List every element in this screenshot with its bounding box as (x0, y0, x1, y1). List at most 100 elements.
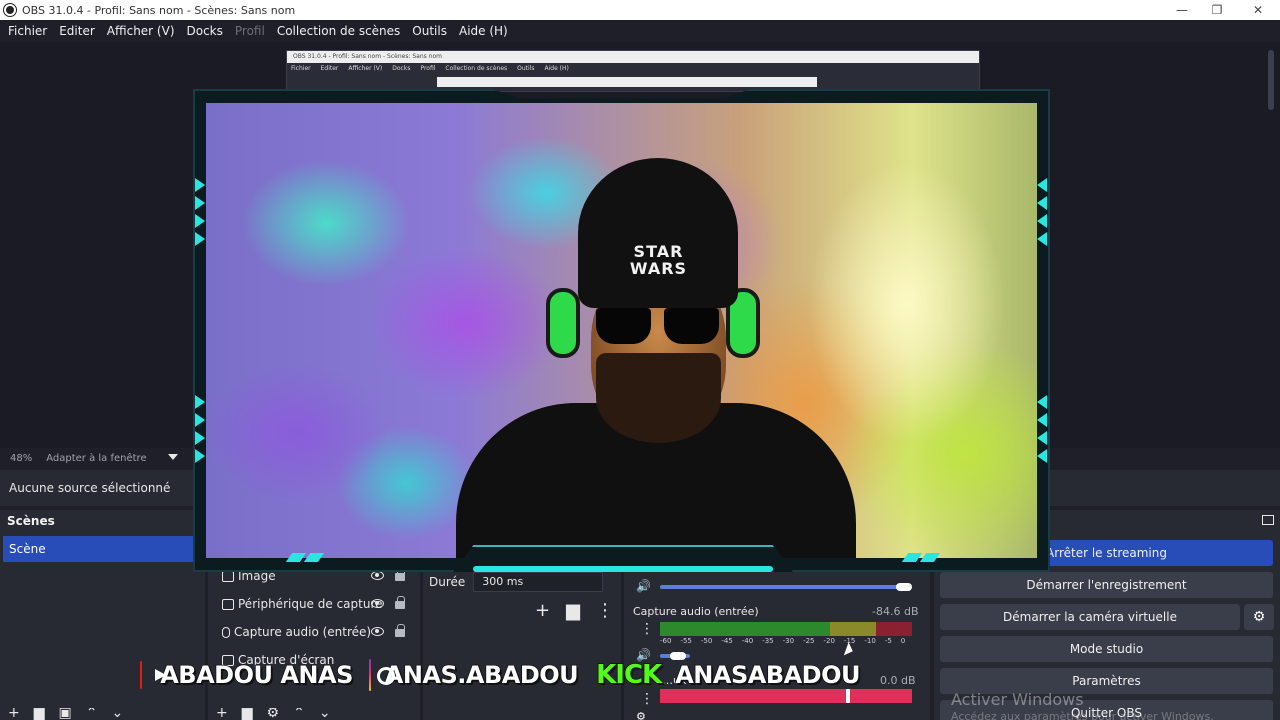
instagram-handle: ANAS.ABADOU (384, 660, 579, 690)
scene-list-item[interactable]: Scène (3, 536, 202, 562)
nested-menu-item: Aide (H) (544, 65, 569, 72)
lock-icon[interactable] (395, 624, 405, 637)
chevron-down-icon[interactable] (168, 454, 178, 460)
gear-icon: ⚙ (1252, 609, 1266, 625)
menu-help[interactable]: Aide (H) (453, 20, 514, 42)
menu-docks[interactable]: Docks (181, 20, 229, 42)
camera-icon (222, 598, 234, 610)
preview-scrollbar[interactable] (1268, 50, 1274, 110)
start-virtual-camera-button[interactable]: Démarrer la caméra virtuelle (940, 604, 1240, 630)
youtube-handle: ABADOU ANAS (159, 660, 354, 690)
nested-menu-item: Outils (517, 65, 535, 72)
nested-menu-item: Editer (320, 65, 339, 72)
lock-icon[interactable] (395, 596, 405, 609)
menu-file[interactable]: Fichier (2, 20, 53, 42)
menu-bar: Fichier Editer Afficher (V) Docks Profil… (0, 20, 1280, 42)
add-icon[interactable]: + (535, 600, 550, 621)
start-recording-button[interactable]: Démarrer l'enregistrement (940, 572, 1273, 598)
zoom-fit-select[interactable]: Adapter à la fenêtre (46, 453, 146, 464)
mixer-channel-db: 0.0 dB (880, 674, 916, 687)
person-beanie (578, 158, 738, 308)
volume-slider-handle[interactable] (896, 583, 912, 591)
virtual-camera-settings-button[interactable]: ⚙ (1244, 604, 1274, 630)
meter-tick: -45 (721, 637, 733, 645)
beanie-logo-line: STAR (633, 242, 684, 261)
meter-tick: -20 (823, 637, 835, 645)
sunglasses (596, 308, 721, 348)
speaker-icon[interactable]: 🔊 (636, 579, 651, 593)
meter-tick: -10 (864, 637, 876, 645)
more-icon[interactable]: ⋮ (640, 692, 654, 706)
transition-tools: + ▆ ⋮ (535, 600, 614, 621)
gear-icon[interactable]: ⚙ (267, 708, 280, 720)
nested-menu-item: Fichier (291, 65, 311, 72)
chevron-down-icon[interactable]: ⌄ (111, 708, 123, 720)
sources-dock: Image Périphérique de capture Capture au… (208, 562, 420, 720)
undock-icon[interactable] (1262, 515, 1274, 525)
nested-obs-preview: OBS 31.0.4 - Profil: Sans nom - Scènes: … (286, 50, 980, 92)
add-icon[interactable]: + (216, 708, 228, 720)
person-beard (596, 353, 721, 443)
overlay-chevrons-right (1037, 178, 1051, 250)
restore-button[interactable]: ❐ (1197, 0, 1237, 20)
activate-windows-watermark: Activer Windows (951, 690, 1084, 709)
chevron-down-icon[interactable]: ⌄ (319, 708, 331, 720)
trash-icon[interactable]: ▆ (34, 708, 45, 720)
eye-icon[interactable] (371, 627, 384, 636)
nested-inner-window (437, 77, 817, 87)
webcam-feed: STAR WARS (206, 103, 1037, 558)
menu-tools[interactable]: Outils (406, 20, 453, 42)
more-icon[interactable]: ⋮ (596, 600, 614, 621)
beanie-logo: STAR WARS (616, 243, 701, 283)
nested-menu-item: Docks (392, 65, 411, 72)
chevron-up-icon[interactable]: ⌃ (86, 708, 98, 720)
menu-profile[interactable]: Profil (229, 20, 271, 42)
social-handles-banner: ABADOU ANAS ANAS.ABADOU KICK ANASABADOU (140, 655, 861, 695)
trash-icon[interactable]: ▆ (242, 708, 253, 720)
overlay-bottom-bar (193, 545, 1050, 575)
source-item-audio-input[interactable]: Capture audio (entrée) (208, 618, 420, 646)
obs-logo-icon (4, 4, 16, 16)
menu-edit[interactable]: Editer (53, 20, 101, 42)
duration-label: Durée (429, 575, 466, 589)
source-item-capture-device[interactable]: Périphérique de capture (208, 590, 420, 618)
link-icon[interactable]: ⚙ (636, 710, 646, 720)
studio-mode-button[interactable]: Mode studio (940, 636, 1273, 662)
scenes-dock-footer: + ▆ ▣ ⌃ ⌄ (0, 708, 205, 720)
more-icon[interactable]: ⋮ (640, 622, 654, 636)
nested-window-title: OBS 31.0.4 - Profil: Sans nom - Scènes: … (287, 51, 979, 63)
no-source-selected-label: Aucune source sélectionné (9, 481, 171, 495)
kick-logo: KICK (595, 659, 663, 691)
source-item-label: Capture audio (entrée) (234, 625, 372, 639)
audio-meter (660, 622, 912, 636)
minimize-button[interactable]: — (1162, 0, 1202, 20)
window-title: OBS 31.0.4 - Profil: Sans nom - Scènes: … (22, 3, 296, 17)
nested-menu-item: Profil (420, 65, 436, 72)
audio-mixer-dock: 🔊 Capture audio (entrée) -84.6 dB ⋮ -60 … (624, 562, 930, 720)
eye-icon[interactable] (371, 599, 384, 608)
filter-icon[interactable]: ▣ (59, 708, 72, 720)
menu-view[interactable]: Afficher (V) (101, 20, 181, 42)
meter-tick: -50 (700, 637, 713, 645)
instagram-icon (368, 659, 394, 691)
volume-slider[interactable] (660, 585, 912, 589)
add-icon[interactable]: + (8, 708, 20, 720)
transition-duration-row: Durée 300 ms (429, 572, 604, 592)
microphone-icon (222, 626, 230, 638)
trash-icon[interactable]: ▆ (566, 600, 580, 621)
chevron-up-icon[interactable]: ⌃ (293, 708, 305, 720)
nested-menu-item: Collection de scènes (445, 65, 508, 72)
sources-dock-footer: + ▆ ⚙ ⌃ ⌄ (208, 708, 420, 720)
close-button[interactable]: ✕ (1238, 0, 1278, 20)
mixer-channel-name: Capture audio (entrée) (633, 605, 759, 618)
scenes-dock-title: Scènes (7, 514, 55, 528)
transitions-dock: Durée 300 ms + ▆ ⋮ (423, 562, 621, 720)
duration-spinbox[interactable]: 300 ms (473, 572, 604, 592)
meter-tick: -40 (741, 637, 754, 645)
youtube-icon (140, 661, 170, 689)
overlay-glow-line (473, 566, 773, 572)
nested-menu-bar: Fichier Editer Afficher (V) Docks Profil… (287, 63, 979, 75)
zoom-percent: 48% (10, 452, 33, 464)
menu-scene-collection[interactable]: Collection de scènes (271, 20, 406, 42)
meter-tick: -25 (803, 637, 815, 645)
